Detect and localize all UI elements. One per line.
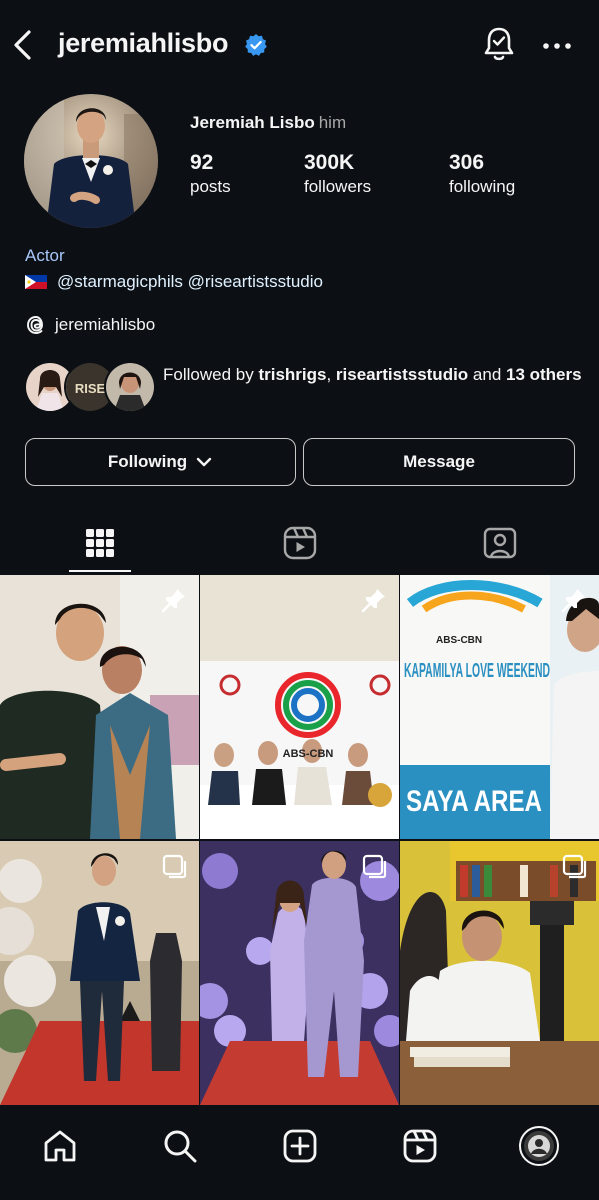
stat-following[interactable]: 306 following [449,151,515,197]
back-arrow-icon[interactable] [10,28,36,62]
profile-username: jeremiahlisbo [58,28,229,58]
pinned-icon [561,589,585,613]
posts-grid: ABS-CBN ABS-CBN KAPAMILYA LOVE WEEKEND S… [0,575,599,1105]
tab-reels[interactable] [200,514,399,572]
message-button[interactable]: Message [303,438,575,486]
nav-search[interactable] [160,1126,200,1166]
active-tab-indicator [69,570,131,572]
pinned-icon [161,589,185,613]
grid-post[interactable] [0,841,199,1105]
tab-tagged[interactable] [400,514,599,572]
grid-post[interactable]: ABS-CBN KAPAMILYA LOVE WEEKEND SAYA AREA [400,575,599,839]
bio-mentions[interactable]: @starmagicphils @riseartistsstudio [57,272,323,292]
reels-icon [283,526,316,560]
stat-followers[interactable]: 300K followers [304,151,371,197]
multi-post-icon [362,854,387,879]
profile-avatar[interactable] [24,94,158,228]
threads-handle: jeremiahlisbo [55,315,156,334]
verified-badge-icon [245,34,267,56]
profile-avatar [519,1126,559,1166]
threads-link[interactable]: jeremiahlisbo [25,314,155,336]
grid-post[interactable] [400,841,599,1105]
nav-create[interactable] [280,1126,320,1166]
post-caption-text: ABS-CBN [283,748,334,760]
reels-icon [403,1129,437,1163]
chevron-down-icon [196,457,212,467]
stat-followers-label: followers [304,177,372,196]
bio-mentions-line: @starmagicphils @riseartistsstudio [25,272,323,292]
stat-posts-value: 92 [190,151,214,174]
create-icon [283,1129,317,1163]
avatar [104,361,156,413]
pinned-icon [361,589,385,613]
grid-icon [85,529,114,557]
post-sub-text: ABS-CBN [436,635,482,646]
grid-post[interactable]: ABS-CBN [200,575,399,839]
grid-post[interactable] [0,575,199,839]
more-options-icon[interactable] [542,42,572,50]
nav-reels[interactable] [400,1126,440,1166]
stat-following-value: 306 [449,151,485,174]
profile-pronoun: him [318,113,347,132]
mutual-others[interactable]: 13 others [506,365,582,384]
following-button[interactable]: Following [25,438,296,486]
tagged-icon [483,527,516,559]
svg-text:RISE: RISE [75,381,106,396]
bottom-navigation [0,1106,599,1200]
followed-by-text[interactable]: Followed by trishrigs, riseartistsstudio… [163,363,583,387]
grid-post[interactable] [200,841,399,1105]
stat-followers-value: 300K [304,151,355,174]
search-icon [164,1130,197,1163]
notification-bell-icon[interactable] [482,24,516,64]
multi-post-icon [562,854,587,879]
philippines-flag-icon [25,275,47,289]
nav-home[interactable] [40,1126,80,1166]
multi-post-icon [162,854,187,879]
mutual-user-1[interactable]: trishrigs [258,365,326,384]
stat-posts-label: posts [190,177,231,196]
threads-icon [27,316,43,334]
tab-posts-grid[interactable] [0,514,199,572]
stat-posts: 92 posts [190,151,231,197]
nav-profile[interactable] [519,1126,559,1166]
profile-category: Actor [25,246,65,265]
post-sub2-text: SAYA AREA [406,785,542,818]
profile-full-name: Jeremiah Lisbo him [190,113,347,132]
stat-following-label: following [449,177,516,196]
profile-header: jeremiahlisbo [0,0,599,90]
mutual-followers-avatars[interactable]: RISE [24,361,156,413]
mutual-user-2[interactable]: riseartistsstudio [336,365,468,384]
home-icon [44,1130,76,1162]
post-caption-text: KAPAMILYA LOVE WEEKEND [404,660,550,682]
